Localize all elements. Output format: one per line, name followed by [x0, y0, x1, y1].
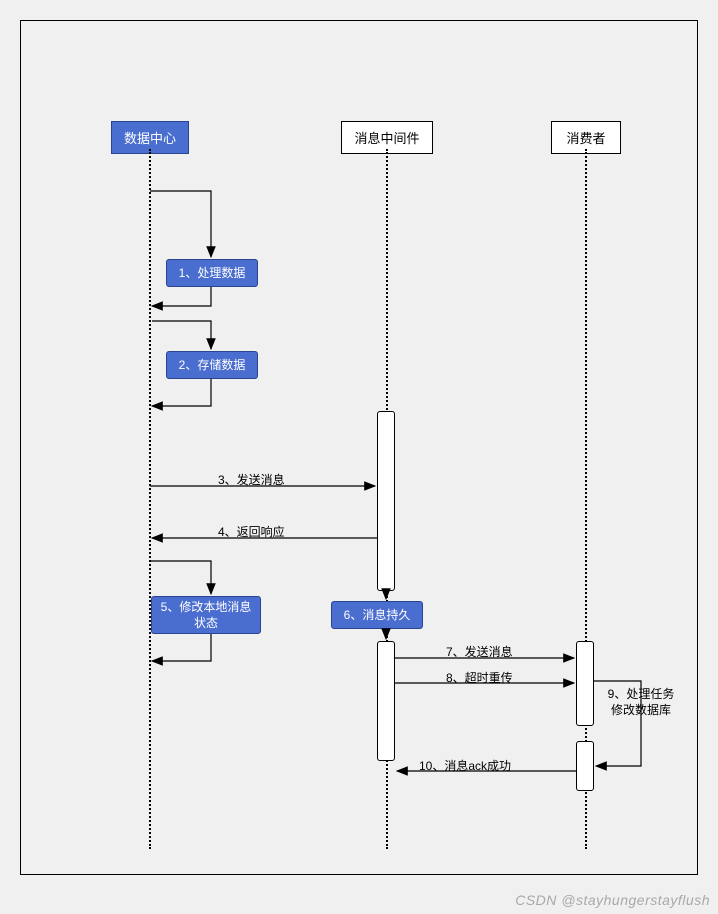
participant-label: 数据中心: [124, 128, 176, 147]
step-4-label: 4、返回响应: [218, 523, 285, 540]
step-label: 6、消息持久: [344, 607, 411, 623]
step-7-label: 7、发送消息: [446, 643, 513, 660]
step-8-label: 8、超时重传: [446, 669, 513, 686]
diagram-canvas: 数据中心 消息中间件 消费者 1、处理数据 2、存储数据 5、修改本地消息状态 …: [20, 20, 698, 875]
step-label: 1、处理数据: [179, 265, 246, 281]
activation-consumer-2: [576, 741, 594, 791]
step-6-box: 6、消息持久: [331, 601, 423, 629]
step-1-box: 1、处理数据: [166, 259, 258, 287]
step-3-label: 3、发送消息: [218, 471, 285, 488]
step-5-box: 5、修改本地消息状态: [151, 596, 261, 634]
participant-label: 消费者: [566, 128, 605, 147]
activation-middleware-1: [377, 411, 395, 591]
step-label: 5、修改本地消息状态: [160, 599, 252, 631]
step-2-box: 2、存储数据: [166, 351, 258, 379]
participant-label: 消息中间件: [354, 128, 419, 147]
watermark: CSDN @stayhungerstayflush: [515, 892, 710, 908]
activation-consumer-1: [576, 641, 594, 726]
lifeline-data-center: [149, 149, 151, 849]
activation-middleware-2: [377, 641, 395, 761]
step-9-label: 9、处理任务 修改数据库: [601, 686, 681, 718]
step-label: 2、存储数据: [179, 357, 246, 373]
step-10-label: 10、消息ack成功: [419, 757, 511, 774]
